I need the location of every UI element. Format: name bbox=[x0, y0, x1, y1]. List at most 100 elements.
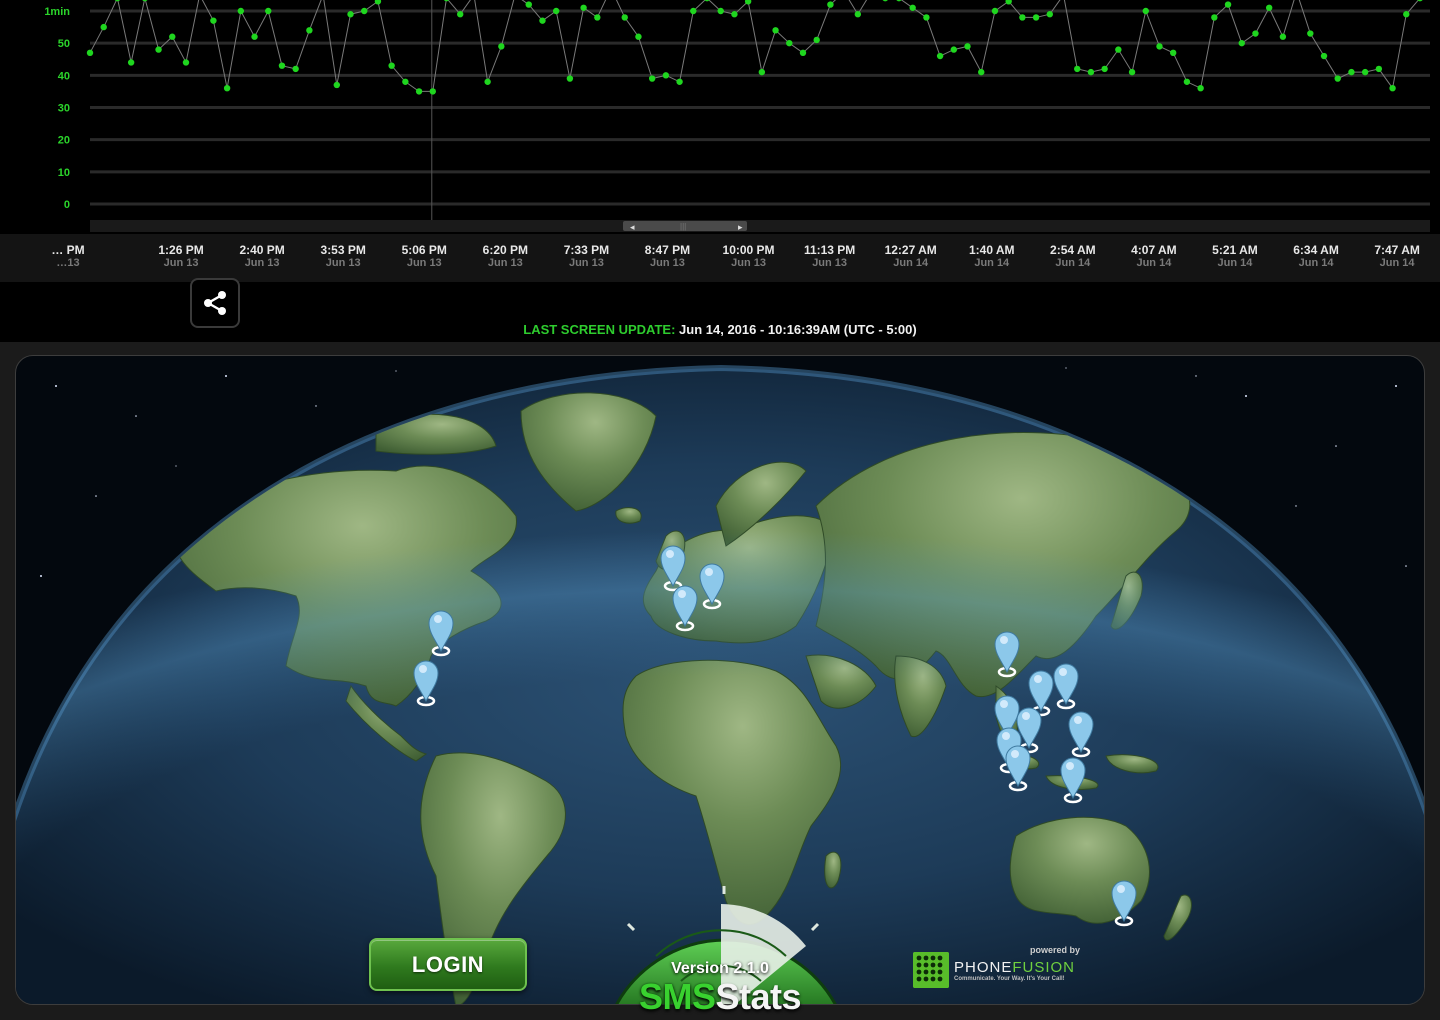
x-tick-label: 7:47 AM Jun 14 bbox=[1352, 244, 1440, 270]
y-tick-label: 40 bbox=[58, 70, 70, 82]
data-point bbox=[127, 59, 135, 66]
x-tick-time: 7:47 AM bbox=[1374, 243, 1420, 257]
x-tick-label: 6:34 AM Jun 14 bbox=[1271, 244, 1361, 270]
share-button[interactable] bbox=[190, 278, 240, 328]
x-tick-label: 3:53 PM Jun 13 bbox=[298, 244, 388, 270]
data-point bbox=[182, 59, 190, 66]
x-tick-date: Jun 14 bbox=[1298, 257, 1334, 269]
x-tick-time: 1:26 PM bbox=[158, 243, 204, 257]
x-tick-time: 1:40 AM bbox=[968, 243, 1015, 257]
data-point bbox=[237, 7, 245, 15]
x-tick-time: 7:33 PM bbox=[563, 243, 610, 257]
login-button[interactable]: LOGIN bbox=[369, 938, 527, 991]
x-tick-date: Jun 13 bbox=[325, 257, 361, 269]
data-point bbox=[896, 0, 902, 2]
y-tick-label: 0 bbox=[64, 199, 70, 211]
phonefusion-grid-icon bbox=[913, 952, 949, 988]
data-point bbox=[539, 17, 546, 24]
scroll-grip-icon[interactable]: ||| bbox=[680, 222, 686, 231]
data-point bbox=[552, 7, 560, 15]
scroll-right-icon[interactable]: ▸ bbox=[738, 222, 743, 232]
data-point bbox=[1183, 78, 1191, 85]
x-tick-label: 8:47 PM Jun 13 bbox=[622, 244, 712, 270]
data-point bbox=[388, 62, 395, 69]
world-map bbox=[16, 364, 1424, 1004]
data-point bbox=[415, 88, 423, 95]
y-tick-label: 50 bbox=[58, 38, 70, 50]
data-point bbox=[786, 39, 793, 47]
chart-scrollbar-track[interactable] bbox=[90, 220, 1430, 232]
data-point bbox=[402, 78, 409, 85]
x-tick-label: 1:40 AM Jun 14 bbox=[947, 244, 1037, 270]
data-point bbox=[1279, 33, 1287, 40]
x-tick-date: Jun 13 bbox=[163, 257, 199, 269]
data-point bbox=[498, 43, 505, 50]
x-tick-time: 10:00 PM bbox=[722, 243, 775, 257]
x-tick-date: Jun 14 bbox=[1136, 257, 1172, 269]
data-point bbox=[717, 7, 724, 15]
data-point bbox=[1156, 43, 1163, 50]
data-point bbox=[1307, 30, 1314, 37]
data-point bbox=[1403, 11, 1410, 18]
x-tick-label: 10:00 PM Jun 13 bbox=[704, 244, 794, 270]
data-point bbox=[1238, 39, 1245, 47]
x-tick-label: 11:13 PM Jun 13 bbox=[785, 244, 875, 270]
data-point bbox=[361, 7, 368, 15]
data-point bbox=[169, 33, 176, 40]
y-tick-label: 30 bbox=[58, 103, 70, 115]
data-point bbox=[278, 62, 286, 69]
x-tick-date: Jun 13 bbox=[487, 257, 523, 269]
x-tick-date: Jun 13 bbox=[812, 257, 848, 269]
data-point bbox=[1252, 30, 1259, 37]
x-tick-time: 6:34 AM bbox=[1293, 243, 1339, 257]
smsstats-logo: SMSStats bbox=[600, 976, 840, 1018]
share-icon bbox=[204, 291, 226, 315]
x-tick-date: Jun 13 bbox=[244, 257, 280, 269]
data-point bbox=[155, 46, 162, 53]
data-point bbox=[978, 68, 985, 76]
x-tick-time: 2:54 AM bbox=[1050, 243, 1096, 257]
data-point bbox=[635, 33, 642, 40]
data-point bbox=[306, 27, 313, 34]
scroll-left-icon[interactable]: ◂ bbox=[630, 222, 635, 232]
data-point bbox=[1169, 49, 1177, 57]
x-tick-date: Jun 14 bbox=[1217, 257, 1253, 269]
world-map-panel bbox=[15, 355, 1425, 1005]
data-point bbox=[676, 78, 683, 85]
data-point bbox=[1032, 14, 1040, 21]
y-tick-label: 20 bbox=[58, 135, 70, 147]
data-point bbox=[580, 4, 587, 11]
x-tick-time: … PM bbox=[51, 243, 85, 257]
data-point bbox=[251, 33, 258, 40]
data-point bbox=[1375, 65, 1383, 73]
x-tick-date: Jun 14 bbox=[893, 257, 929, 269]
data-point bbox=[909, 4, 916, 11]
x-tick-time: 2:40 PM bbox=[239, 243, 285, 257]
powered-by-label: powered by bbox=[1029, 945, 1080, 955]
x-tick-time: 8:47 PM bbox=[644, 243, 691, 257]
x-tick-label: … PM …13 bbox=[23, 244, 113, 270]
data-point bbox=[429, 88, 436, 95]
data-point bbox=[525, 1, 532, 8]
data-point bbox=[100, 23, 107, 31]
data-point bbox=[1128, 68, 1136, 76]
data-point bbox=[1265, 4, 1273, 11]
x-tick-time: 5:06 PM bbox=[401, 243, 447, 257]
x-tick-label: 1:26 PM Jun 13 bbox=[136, 244, 226, 270]
last-update-value: Jun 14, 2016 - 10:16:39AM (UTC - 5:00) bbox=[679, 322, 917, 337]
data-point bbox=[566, 75, 574, 82]
data-point bbox=[1019, 14, 1026, 21]
phonefusion-logo[interactable]: powered by PHONEFUSION Communicate. Your… bbox=[912, 944, 1084, 990]
data-point bbox=[292, 65, 299, 73]
data-point bbox=[1115, 46, 1122, 53]
data-point bbox=[662, 72, 670, 79]
x-tick-time: 6:20 PM bbox=[482, 243, 529, 257]
data-point bbox=[936, 52, 944, 60]
data-point bbox=[882, 0, 888, 2]
data-point bbox=[1389, 85, 1396, 92]
response-time-chart: 1min 50 40 30 20 10 0 ◂ ▸ ||| bbox=[0, 0, 1440, 234]
x-tick-date: Jun 13 bbox=[568, 257, 604, 269]
data-point bbox=[86, 49, 94, 57]
data-point bbox=[827, 1, 834, 8]
x-tick-label: 12:27 AM Jun 14 bbox=[866, 244, 956, 270]
